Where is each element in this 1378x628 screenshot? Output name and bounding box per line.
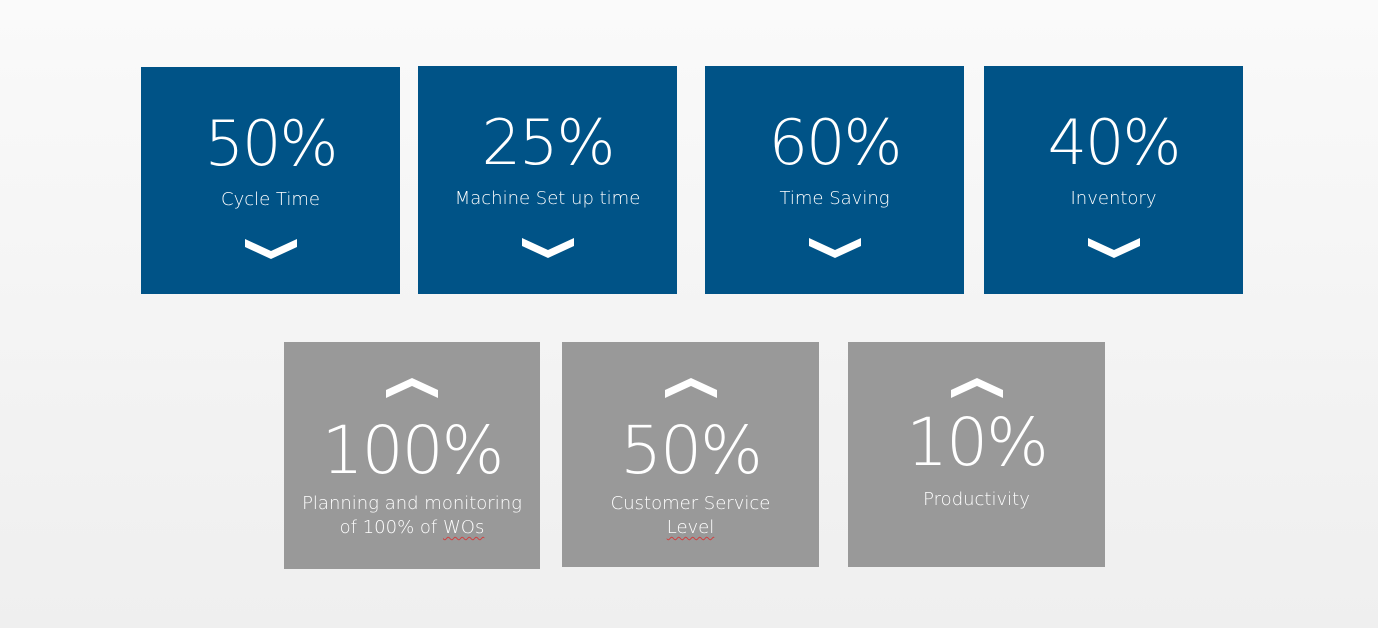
metric-tile-machine-setup-time: 25% Machine Set up time bbox=[418, 66, 677, 294]
metric-value: 40% bbox=[1047, 106, 1182, 179]
metric-label: Inventory bbox=[1070, 188, 1157, 209]
metric-label-line2-text: of 100% of bbox=[339, 517, 443, 538]
metric-tile-planning-monitoring: 100% Planning and monitoring of 100% of … bbox=[284, 342, 540, 569]
chevron-down-icon bbox=[1087, 234, 1140, 260]
metric-tile-customer-service-level: 50% Customer Service Level bbox=[562, 342, 819, 567]
metric-label-line1: Customer Service bbox=[610, 493, 771, 514]
metric-label-line2: Level bbox=[562, 516, 819, 540]
metric-tile-productivity: 10% Productivity bbox=[848, 342, 1105, 567]
metric-value: 100% bbox=[321, 412, 505, 489]
metric-label: Time Saving bbox=[779, 188, 890, 209]
chevron-down-icon bbox=[521, 234, 574, 260]
metric-tile-inventory: 40% Inventory bbox=[984, 66, 1243, 294]
metric-label: Planning and monitoring of 100% of WOs bbox=[284, 492, 540, 540]
metric-label-line1: Productivity bbox=[923, 489, 1030, 510]
chevron-up-icon bbox=[386, 376, 438, 402]
metric-tile-cycle-time: 50% Cycle Time bbox=[141, 67, 400, 294]
metric-value: 50% bbox=[204, 107, 339, 180]
metric-label: Productivity bbox=[848, 488, 1105, 512]
metric-value: 60% bbox=[768, 106, 903, 179]
metric-label: Machine Set up time bbox=[454, 188, 641, 209]
metric-label-line2: of 100% of WOs bbox=[284, 516, 540, 540]
metric-label-line1: Planning and monitoring bbox=[302, 493, 522, 514]
chevron-down-icon bbox=[244, 235, 297, 261]
metric-tile-time-saving: 60% Time Saving bbox=[705, 66, 964, 294]
chevron-down-icon bbox=[808, 234, 861, 260]
metric-label: Customer Service Level bbox=[562, 492, 819, 540]
metric-label-line2-underlined: WOs bbox=[442, 517, 485, 538]
chevron-up-icon bbox=[664, 376, 717, 402]
metric-label-line2-underlined: Level bbox=[666, 517, 715, 538]
metric-value: 50% bbox=[620, 412, 763, 489]
metric-value: 10% bbox=[906, 404, 1049, 481]
metric-value: 25% bbox=[481, 106, 616, 179]
metric-label: Cycle Time bbox=[221, 189, 320, 210]
chevron-up-icon bbox=[950, 376, 1003, 402]
